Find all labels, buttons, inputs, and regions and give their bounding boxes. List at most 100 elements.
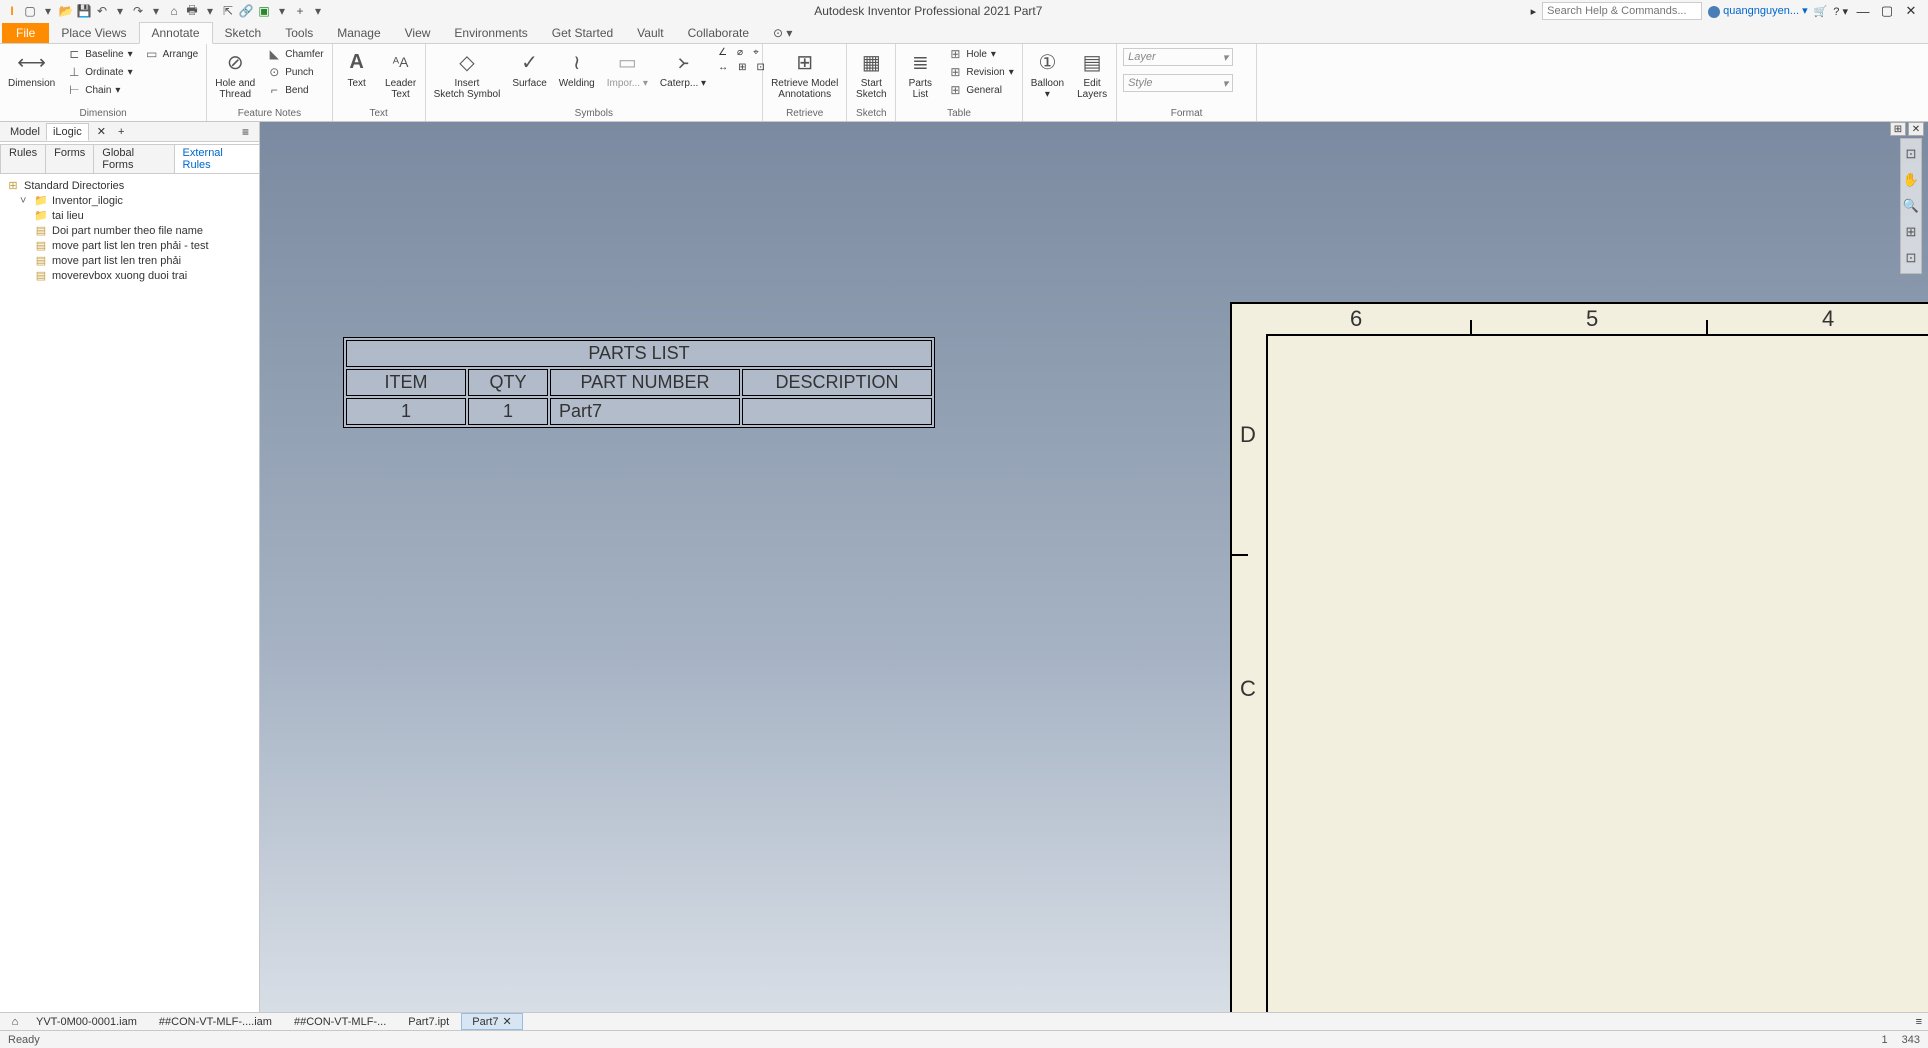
tab-sketch[interactable]: Sketch — [213, 23, 274, 43]
tab-annotate[interactable]: Annotate — [139, 22, 213, 44]
undo-icon[interactable]: ↶ — [94, 3, 110, 19]
tab-vault[interactable]: Vault — [625, 23, 675, 43]
revision-button[interactable]: ⊞Revision ▾ — [944, 64, 1017, 80]
tree-rule[interactable]: ▤Doi part number theo file name — [6, 223, 253, 238]
tab-view[interactable]: View — [393, 23, 443, 43]
material-dd-icon[interactable]: ▾ — [274, 3, 290, 19]
doc-tab[interactable]: ##CON-VT-MLF-....iam — [149, 1015, 282, 1029]
user-menu[interactable]: quangnguyen... ▾ — [1708, 4, 1807, 17]
drawing-canvas[interactable]: ⊞ ✕ ⊡ ✋ 🔍 ⊞ ⊡ PARTS LIST ITEM QTY PART N… — [260, 122, 1928, 1012]
tab-extra-icon[interactable]: ⊙ ▾ — [761, 23, 804, 43]
hole-table-button[interactable]: ⊞Hole ▾ — [944, 46, 1017, 62]
tree-subfolder[interactable]: 📁tai lieu — [6, 208, 253, 223]
dimension-button[interactable]: ⟷Dimension — [4, 46, 59, 91]
close-button[interactable]: ✕ — [1902, 3, 1920, 19]
layer-select[interactable]: Layer▾ — [1123, 48, 1233, 66]
subtab-external-rules[interactable]: External Rules — [174, 144, 260, 173]
tree-rule[interactable]: ▤move part list len tren phải — [6, 253, 253, 268]
doc-tab-active[interactable]: Part7✕ — [461, 1013, 523, 1030]
doc-tab[interactable]: YVT-0M00-0001.iam — [26, 1015, 147, 1029]
nav-zoom-all-icon[interactable]: ⊡ — [1903, 143, 1919, 165]
canvas-tile-icon[interactable]: ⊞ — [1890, 122, 1906, 136]
hole-thread-button[interactable]: ⊘Hole and Thread — [211, 46, 259, 102]
insert-sketch-symbol-button[interactable]: ◇Insert Sketch Symbol — [430, 46, 505, 102]
undo-dd-icon[interactable]: ▾ — [112, 3, 128, 19]
cart-icon[interactable]: 🛒 — [1814, 5, 1828, 18]
chain-button[interactable]: ⊢Chain ▾ — [63, 82, 136, 98]
tab-place-views[interactable]: Place Views — [49, 23, 138, 43]
import-button[interactable]: ▭Impor... ▾ — [603, 46, 652, 91]
tab-get-started[interactable]: Get Started — [540, 23, 625, 43]
nav-zoom-selected-icon[interactable]: ⊡ — [1903, 247, 1919, 269]
tree-rule[interactable]: ▤moverevbox xuong duoi trai — [6, 268, 253, 283]
link-icon[interactable]: 🔗 — [238, 3, 254, 19]
panel-tab-ilogic[interactable]: iLogic — [46, 123, 89, 141]
print-icon[interactable]: 🖶 — [184, 3, 200, 19]
sym5-icon[interactable]: ⊞ — [734, 61, 750, 74]
material-icon[interactable]: ▣ — [256, 3, 272, 19]
tab-tools[interactable]: Tools — [273, 23, 325, 43]
maximize-button[interactable]: ▢ — [1878, 3, 1896, 19]
nav-zoom-icon[interactable]: 🔍 — [1903, 195, 1919, 217]
open-icon[interactable]: 📂 — [58, 3, 74, 19]
doc-tab[interactable]: ##CON-VT-MLF-... — [284, 1015, 396, 1029]
tab-collaborate[interactable]: Collaborate — [676, 23, 761, 43]
more-dd-icon[interactable]: ▾ — [310, 3, 326, 19]
arrange-button[interactable]: ▭Arrange — [141, 46, 203, 62]
parts-list-button[interactable]: ≣Parts List — [900, 46, 940, 102]
panel-close-icon[interactable]: ✕ — [91, 123, 112, 140]
search-input[interactable] — [1542, 2, 1702, 20]
file-tab[interactable]: File — [2, 23, 49, 43]
help-icon[interactable]: ? ▾ — [1833, 5, 1848, 18]
caterpillar-button[interactable]: ᚛Caterp... ▾ — [656, 46, 710, 91]
leader-text-button[interactable]: ᴬALeader Text — [381, 46, 421, 102]
share-icon[interactable]: ⇱ — [220, 3, 236, 19]
doc-menu-icon[interactable]: ≡ — [1916, 1016, 1922, 1028]
table-row[interactable]: 1 1 Part7 — [346, 398, 932, 425]
start-sketch-button[interactable]: ▦Start Sketch — [851, 46, 891, 102]
balloon-button[interactable]: ①Balloon▾ — [1027, 46, 1068, 102]
plus-icon[interactable]: + — [292, 3, 308, 19]
baseline-button[interactable]: ⊏Baseline ▾ — [63, 46, 136, 62]
welding-button[interactable]: ≀Welding — [555, 46, 599, 91]
new-icon[interactable]: ▢ — [22, 3, 38, 19]
edit-layers-button[interactable]: ▤Edit Layers — [1072, 46, 1112, 102]
sym3-icon[interactable]: ⌖ — [749, 46, 763, 59]
redo-dd-icon[interactable]: ▾ — [148, 3, 164, 19]
canvas-close-icon[interactable]: ✕ — [1908, 122, 1924, 136]
redo-icon[interactable]: ↷ — [130, 3, 146, 19]
doc-tab[interactable]: Part7.ipt — [398, 1015, 459, 1029]
panel-add-icon[interactable]: + — [112, 124, 130, 140]
tree-folder[interactable]: ˅📁Inventor_ilogic — [6, 193, 253, 208]
tab-manage[interactable]: Manage — [325, 23, 392, 43]
doc-home-icon[interactable]: ⌂ — [6, 1016, 24, 1028]
tree-rule[interactable]: ▤move part list len tren phải - test — [6, 238, 253, 253]
surface-button[interactable]: ✓Surface — [508, 46, 550, 91]
new-dd-icon[interactable]: ▾ — [40, 3, 56, 19]
panel-menu-icon[interactable]: ≡ — [236, 123, 255, 141]
nav-pan-icon[interactable]: ✋ — [1903, 169, 1919, 191]
general-button[interactable]: ⊞General — [944, 82, 1017, 98]
subtab-rules[interactable]: Rules — [0, 144, 46, 173]
tab-environments[interactable]: Environments — [442, 23, 539, 43]
retrieve-annotations-button[interactable]: ⊞Retrieve Model Annotations — [767, 46, 842, 102]
sym1-icon[interactable]: ∠ — [714, 46, 731, 59]
subtab-forms[interactable]: Forms — [45, 144, 94, 173]
subtab-global-forms[interactable]: Global Forms — [93, 144, 174, 173]
save-icon[interactable]: 💾 — [76, 3, 92, 19]
drawing-sheet[interactable]: 6 5 4 D C — [1230, 302, 1928, 1012]
ordinate-button[interactable]: ⊥Ordinate ▾ — [63, 64, 136, 80]
bend-button[interactable]: ⌐Bend — [263, 82, 327, 98]
nav-zoom-window-icon[interactable]: ⊞ — [1903, 221, 1919, 243]
punch-button[interactable]: ⊙Punch — [263, 64, 327, 80]
panel-tab-model[interactable]: Model — [4, 124, 46, 140]
home-icon[interactable]: ⌂ — [166, 3, 182, 19]
sym2-icon[interactable]: ⌀ — [733, 46, 747, 59]
style-select[interactable]: Style▾ — [1123, 74, 1233, 92]
chamfer-button[interactable]: ◣Chamfer — [263, 46, 327, 62]
sym4-icon[interactable]: ↔ — [714, 61, 732, 74]
close-tab-icon[interactable]: ✕ — [503, 1015, 512, 1028]
print-dd-icon[interactable]: ▾ — [202, 3, 218, 19]
text-button[interactable]: AText — [337, 46, 377, 91]
parts-list-table[interactable]: PARTS LIST ITEM QTY PART NUMBER DESCRIPT… — [343, 337, 935, 428]
